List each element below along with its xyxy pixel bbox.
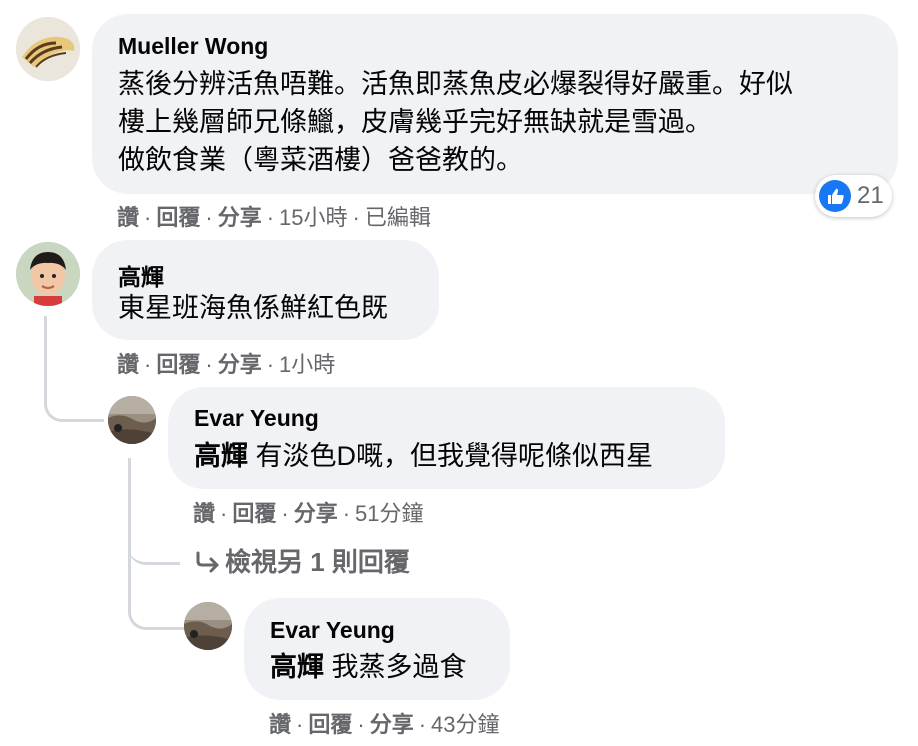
like-reaction-icon	[819, 180, 851, 212]
avatar[interactable]	[108, 396, 156, 444]
comment-author[interactable]: Mueller Wong	[118, 33, 268, 60]
avatar[interactable]	[16, 17, 80, 81]
comment-text-line-1: 蒸後分辨活魚唔難。活魚即蒸魚皮必爆裂得好嚴重。好似	[118, 69, 793, 99]
share-button[interactable]: 分享	[218, 352, 262, 377]
crepe-avatar-icon	[16, 17, 80, 81]
comment-author[interactable]: 高輝	[118, 258, 164, 292]
reply-text: 高輝 有淡色D嘅，但我覺得呢條似西星	[194, 437, 653, 475]
mention-tag[interactable]: 高輝	[270, 652, 324, 682]
cutoff-actions-row	[205, 0, 455, 4]
edited-label[interactable]: 已編輯	[365, 205, 431, 230]
share-button[interactable]: 分享	[370, 712, 414, 737]
timestamp[interactable]: 43分鐘	[431, 712, 499, 737]
reaction-summary[interactable]: 21	[815, 175, 892, 217]
mention-tag[interactable]: 高輝	[194, 441, 248, 471]
comment-actions: 讚 · 回覆 · 分享 · 1小時	[117, 352, 336, 377]
timestamp[interactable]: 51分鐘	[355, 501, 423, 526]
reply-author[interactable]: Evar Yeung	[194, 405, 319, 432]
reply-author[interactable]: Evar Yeung	[270, 617, 395, 644]
comment-actions: 讚 · 回覆 · 分享 · 15小時 · 已編輯	[117, 205, 431, 230]
reply-message: 我蒸多過食	[324, 652, 467, 682]
thread-line-view-more	[128, 520, 180, 565]
comment-text-line-3: 做飲食業（粵菜酒樓）爸爸教的。	[118, 145, 523, 175]
like-button[interactable]: 讚	[117, 205, 139, 230]
reply-button[interactable]: 回覆	[308, 712, 352, 737]
reply-message: 有淡色D嘅，但我覺得呢條似西星	[248, 441, 654, 471]
reply-actions: 讚 · 回覆 · 分享 · 43分鐘	[269, 712, 500, 737]
reply-actions: 讚 · 回覆 · 分享 · 51分鐘	[193, 501, 424, 526]
reaction-count: 21	[857, 182, 884, 209]
thread-line	[44, 316, 104, 422]
share-button[interactable]: 分享	[218, 205, 262, 230]
landscape-avatar-icon	[108, 396, 156, 444]
reply-button[interactable]: 回覆	[156, 205, 200, 230]
like-button[interactable]: 讚	[269, 712, 291, 737]
avatar[interactable]	[16, 242, 80, 306]
landscape-avatar-icon	[184, 602, 232, 650]
child-avatar-icon	[16, 242, 80, 306]
reply-text: 高輝 我蒸多過食	[270, 648, 467, 686]
reply-button[interactable]: 回覆	[156, 352, 200, 377]
like-button[interactable]: 讚	[193, 501, 215, 526]
reply-arrow-icon	[195, 547, 225, 578]
view-more-label: 檢視另 1 則回覆	[225, 547, 410, 577]
comment-text-line-2: 樓上幾層師兄條鱲，皮膚幾乎完好無缺就是雪過。	[118, 107, 712, 137]
view-more-replies-button[interactable]: 檢視另 1 則回覆	[195, 542, 410, 579]
thread-line	[128, 560, 184, 630]
comment-text: 東星班海魚係鮮紅色既	[118, 293, 388, 323]
timestamp[interactable]: 1小時	[279, 352, 335, 377]
reply-button[interactable]: 回覆	[232, 501, 276, 526]
timestamp[interactable]: 15小時	[279, 205, 347, 230]
share-button[interactable]: 分享	[294, 501, 338, 526]
like-button[interactable]: 讚	[117, 352, 139, 377]
avatar[interactable]	[184, 602, 232, 650]
